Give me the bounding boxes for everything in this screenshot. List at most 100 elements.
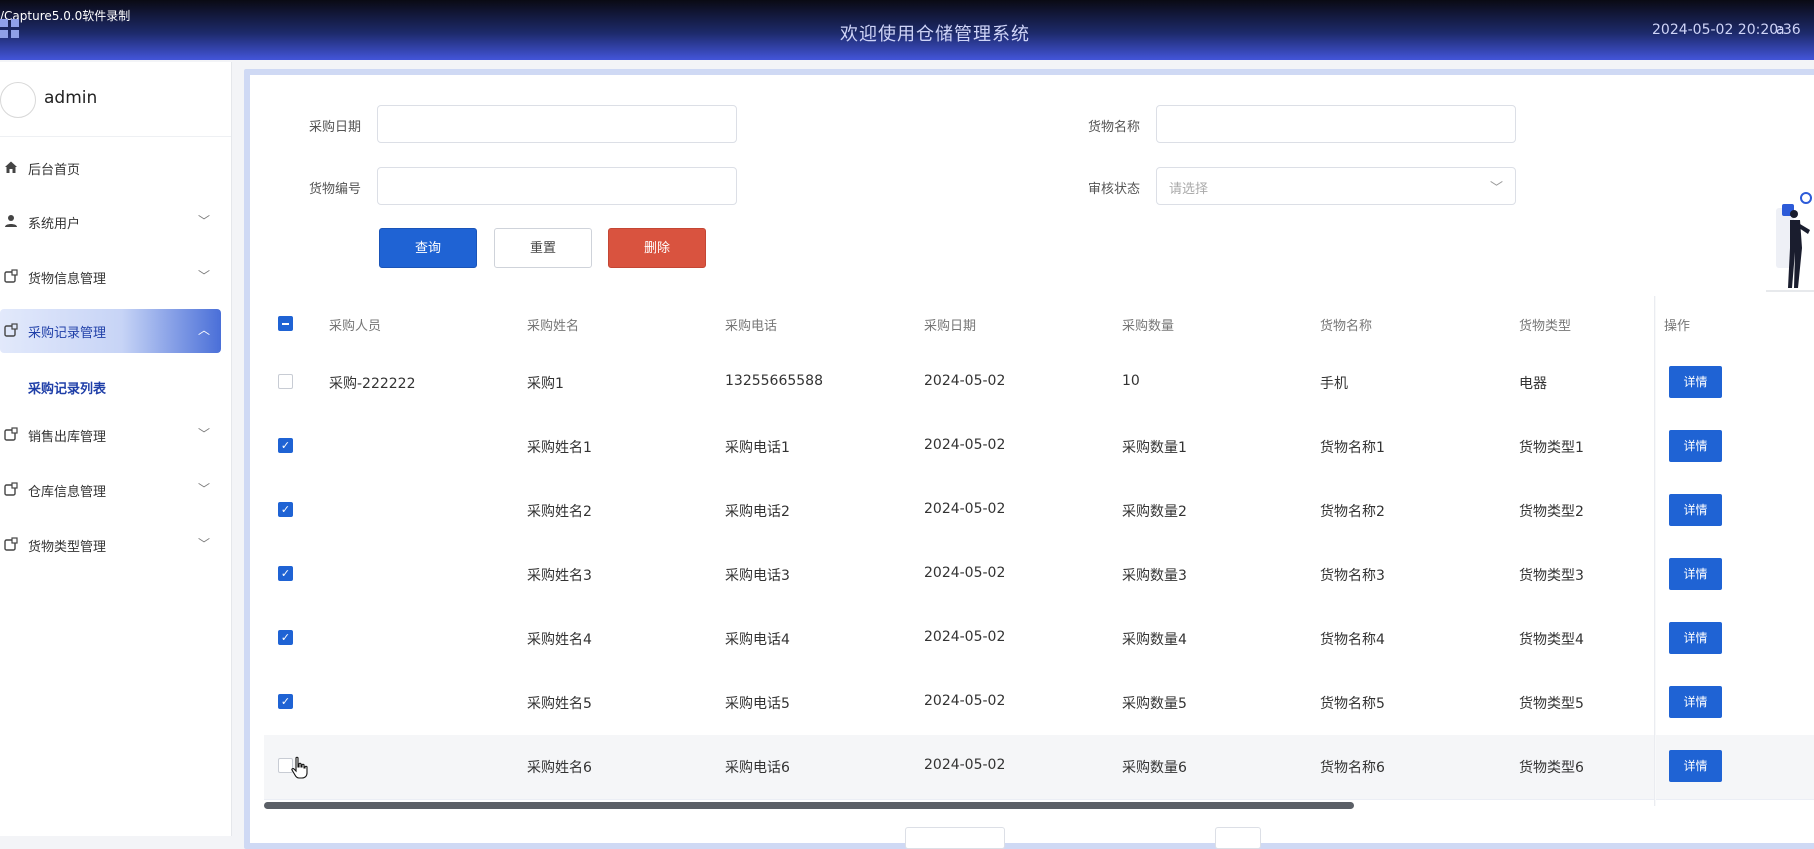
cell-name: 采购姓名4 (527, 632, 592, 648)
sidebar-item-label: 销售出库管理 (28, 430, 107, 445)
table-row[interactable]: ✓ 采购姓名1 采购电话1 2024-05-02 采购数量1 货物名称1 货物类… (264, 415, 1814, 480)
goods-code-input[interactable] (377, 167, 737, 205)
query-button[interactable]: 查询 (379, 228, 477, 268)
column-header: 货物名称 (1320, 319, 1373, 334)
row-checkbox[interactable]: ✓ (278, 630, 293, 645)
cell-qty: 采购数量5 (1122, 696, 1187, 712)
reset-button[interactable]: 重置 (494, 228, 592, 268)
chevron-down-icon: ﹀ (198, 214, 211, 228)
sidebar-item-goods-type[interactable]: 货物类型管理 ﹀ (0, 523, 231, 567)
module-icon (4, 427, 18, 441)
cell-name: 采购姓名2 (527, 504, 592, 520)
cell-phone: 采购电话1 (725, 440, 790, 456)
sidebar-item-system-users[interactable]: 系统用户 ﹀ (0, 200, 231, 244)
chevron-down-icon: ﹀ (1489, 181, 1503, 196)
detail-button[interactable]: 详情 (1669, 558, 1722, 590)
cell-qty: 采购数量1 (1122, 440, 1187, 456)
cell-name: 采购姓名6 (527, 760, 592, 776)
row-checkbox[interactable]: ✓ (278, 438, 293, 453)
table-row[interactable]: 采购-222222 采购1 13255665588 2024-05-02 10 … (264, 351, 1814, 416)
cell-qty: 10 (1122, 373, 1140, 389)
submenu-item-purchase-list[interactable]: 采购记录列表 (28, 378, 106, 397)
row-checkbox[interactable]: ✓ (278, 502, 293, 517)
cell-phone: 采购电话2 (725, 504, 790, 520)
cell-goods: 手机 (1320, 376, 1348, 392)
audit-status-select[interactable]: 请选择 ﹀ (1156, 167, 1516, 205)
select-all-checkbox[interactable] (278, 316, 293, 331)
column-header: 采购日期 (924, 319, 977, 334)
column-header: 货物类型 (1519, 319, 1572, 334)
cell-qty: 采购数量6 (1122, 760, 1187, 776)
module-icon (4, 482, 18, 496)
goods-code-label: 货物编号 (309, 182, 362, 197)
cell-date: 2024-05-02 (924, 565, 1006, 581)
column-header: 操作 (1664, 319, 1691, 334)
page-jump-input[interactable] (1215, 827, 1261, 849)
cell-date: 2024-05-02 (924, 693, 1006, 709)
module-icon (4, 537, 18, 551)
cell-qty: 采购数量3 (1122, 568, 1187, 584)
purchase-table: 采购人员 采购姓名 采购电话 采购日期 采购数量 货物名称 货物类型 操作 采购… (264, 296, 1814, 806)
detail-button[interactable]: 详情 (1669, 622, 1722, 654)
cell-goods: 货物名称6 (1320, 760, 1385, 776)
table-row[interactable]: ✓ 采购姓名2 采购电话2 2024-05-02 采购数量2 货物名称2 货物类… (264, 479, 1814, 544)
goods-name-label: 货物名称 (1088, 120, 1141, 135)
cell-date: 2024-05-02 (924, 501, 1006, 517)
home-icon (5, 161, 17, 173)
row-checkbox[interactable]: ✓ (278, 694, 293, 709)
cell-type: 货物类型1 (1519, 440, 1584, 456)
table-row[interactable]: ✓ 采购姓名4 采购电话4 2024-05-02 采购数量4 货物名称4 货物类… (264, 607, 1814, 672)
sidebar-item-label: 后台首页 (28, 163, 81, 178)
person-illustration (1766, 192, 1814, 292)
cell-person: 采购-222222 (329, 376, 416, 392)
detail-button[interactable]: 详情 (1669, 686, 1722, 718)
goods-name-input[interactable] (1156, 105, 1516, 143)
audit-status-placeholder: 请选择 (1169, 182, 1209, 197)
fixed-column-divider (1654, 296, 1656, 806)
sidebar: admin 后台首页 系统用户 ﹀ 货物信息管理 ﹀ 采购记录管理 ︿ 采购记录… (0, 62, 232, 836)
user-menu[interactable]: a (1776, 22, 1785, 38)
cell-date: 2024-05-02 (924, 373, 1006, 389)
cell-goods: 货物名称1 (1320, 440, 1385, 456)
horizontal-scrollbar[interactable] (264, 802, 1354, 809)
sidebar-item-sales-outbound[interactable]: 销售出库管理 ﹀ (0, 413, 231, 457)
detail-button[interactable]: 详情 (1669, 430, 1722, 462)
user-profile: admin (0, 62, 231, 137)
cell-goods: 货物名称5 (1320, 696, 1385, 712)
table-row[interactable]: ✓ 采购姓名3 采购电话3 2024-05-02 采购数量3 货物名称3 货物类… (264, 543, 1814, 608)
table-row[interactable]: 采购姓名6 采购电话6 2024-05-02 采购数量6 货物名称6 货物类型6… (264, 735, 1814, 800)
table-row[interactable]: ✓ 采购姓名5 采购电话5 2024-05-02 采购数量5 货物名称5 货物类… (264, 671, 1814, 736)
table-header: 采购人员 采购姓名 采购电话 采购日期 采购数量 货物名称 货物类型 操作 (264, 296, 1814, 352)
cell-qty: 采购数量4 (1122, 632, 1187, 648)
purchase-date-input[interactable] (377, 105, 737, 143)
sidebar-item-purchase-records[interactable]: 采购记录管理 ︿ (0, 309, 221, 353)
cell-name: 采购姓名3 (527, 568, 592, 584)
page-size-select[interactable] (905, 827, 1005, 849)
sidebar-item-goods-info[interactable]: 货物信息管理 ﹀ (0, 255, 231, 299)
column-header: 采购姓名 (527, 319, 580, 334)
row-checkbox[interactable] (278, 374, 293, 389)
delete-button[interactable]: 删除 (608, 228, 706, 268)
module-icon (4, 323, 18, 337)
sidebar-item-warehouse-info[interactable]: 仓库信息管理 ﹀ (0, 468, 231, 512)
row-checkbox[interactable]: ✓ (278, 566, 293, 581)
cell-type: 货物类型3 (1519, 568, 1584, 584)
grid-menu-icon[interactable] (0, 19, 20, 39)
cell-date: 2024-05-02 (924, 757, 1006, 773)
purchase-date-label: 采购日期 (309, 120, 362, 135)
sidebar-item-label: 货物类型管理 (28, 540, 107, 555)
sidebar-item-home[interactable]: 后台首页 (0, 146, 231, 190)
avatar (0, 82, 36, 118)
chevron-down-icon: ﹀ (198, 427, 211, 441)
detail-button[interactable]: 详情 (1669, 494, 1722, 526)
detail-button[interactable]: 详情 (1669, 366, 1722, 398)
cell-goods: 货物名称4 (1320, 632, 1385, 648)
cell-goods: 货物名称3 (1320, 568, 1385, 584)
column-header: 采购电话 (725, 319, 778, 334)
cell-date: 2024-05-02 (924, 437, 1006, 453)
cell-name: 采购姓名5 (527, 696, 592, 712)
chevron-down-icon: ﹀ (198, 482, 211, 496)
chevron-down-icon: ﹀ (198, 537, 211, 551)
sidebar-item-label: 货物信息管理 (28, 272, 107, 287)
detail-button[interactable]: 详情 (1669, 750, 1722, 782)
